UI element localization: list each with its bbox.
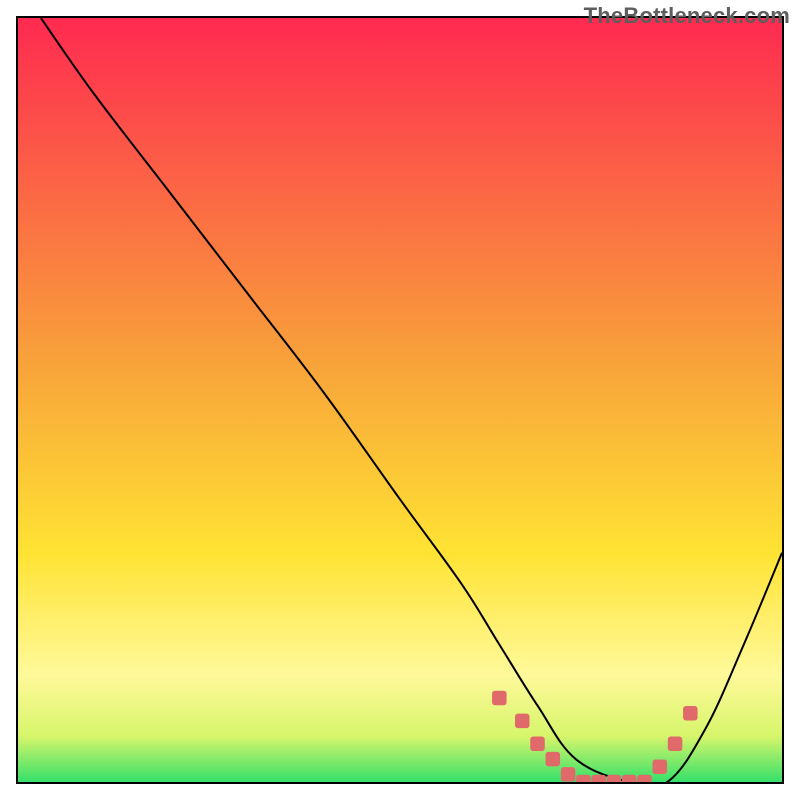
floor-marker	[637, 775, 652, 782]
plot-area	[16, 16, 784, 784]
chart-container: TheBottleneck.com	[0, 0, 800, 800]
floor-marker	[653, 759, 668, 774]
floor-marker	[683, 706, 698, 721]
floor-marker	[530, 737, 545, 752]
floor-marker	[546, 752, 561, 767]
floor-marker	[622, 775, 637, 782]
floor-marker	[668, 737, 683, 752]
floor-marker	[591, 775, 606, 782]
floor-marker	[607, 775, 622, 782]
floor-markers	[492, 691, 698, 782]
floor-marker	[561, 767, 576, 782]
curve-layer	[18, 18, 782, 782]
bottleneck-curve	[41, 18, 782, 782]
floor-marker	[515, 714, 530, 729]
floor-marker	[576, 775, 591, 782]
floor-marker	[492, 691, 507, 706]
watermark-text: TheBottleneck.com	[584, 3, 790, 29]
